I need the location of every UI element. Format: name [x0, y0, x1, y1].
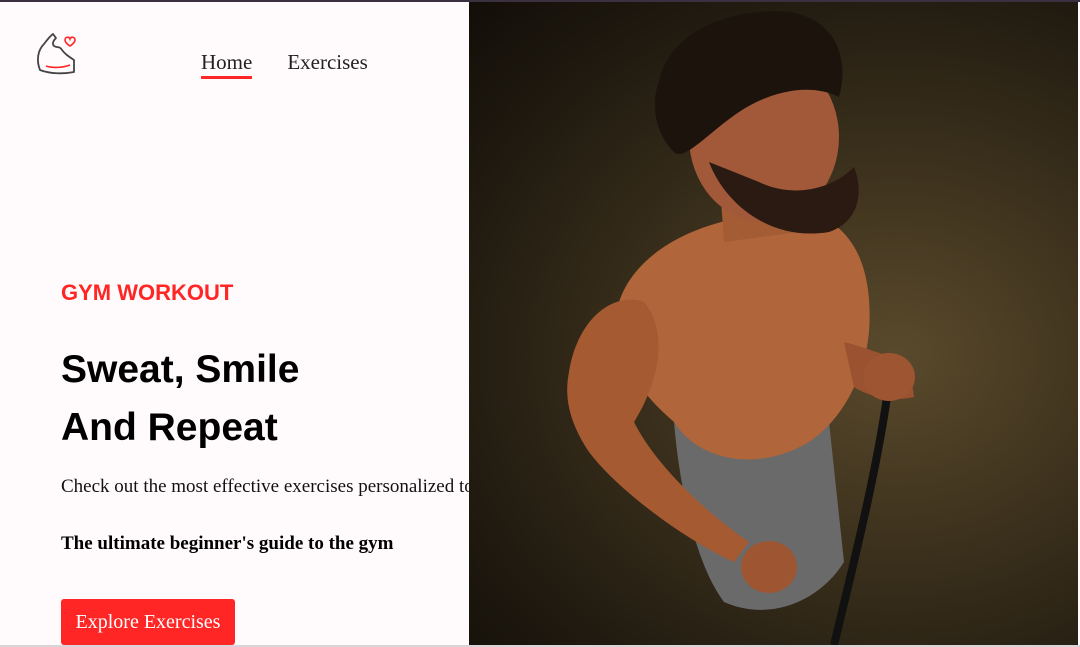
flexed-arm-heart-icon[interactable] [34, 30, 78, 76]
nav-home-link[interactable]: Home [201, 50, 253, 79]
hero-description: Check out the most effective exercises p… [61, 476, 469, 497]
hero-eyebrow: GYM WORKOUT [61, 280, 234, 305]
athlete-illustration [567, 11, 915, 645]
hero-guide-text: The ultimate beginner's guide to the gym [61, 533, 394, 554]
explore-exercises-button[interactable]: Explore Exercises [61, 599, 235, 645]
hero-banner-image [469, 2, 1078, 645]
hero-text-panel: Home Exercises GYM WORKOUT Sweat, Smile … [0, 2, 469, 647]
nav-exercises-link[interactable]: Exercises [287, 50, 367, 79]
headline-line-2: And Repeat [61, 406, 278, 449]
headline-line-1: Sweat, Smile [61, 348, 300, 391]
hero-headline: Sweat, Smile And Repeat [61, 341, 299, 457]
main-nav: Home Exercises [201, 50, 368, 79]
